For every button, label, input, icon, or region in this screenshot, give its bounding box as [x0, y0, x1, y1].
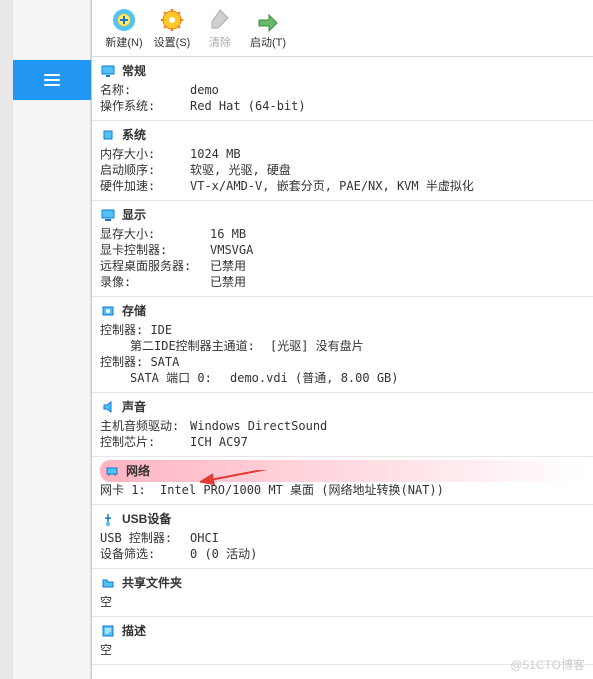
- storage-title: 存储: [122, 302, 146, 319]
- main-panel: 新建(N) 设置(S) 清除 启动(T): [91, 0, 593, 679]
- clear-label: 清除: [209, 34, 231, 50]
- clear-button: 清除: [196, 4, 244, 52]
- settings-label: 设置(S): [154, 34, 191, 50]
- section-display[interactable]: 显示 显存大小:16 MB 显卡控制器:VMSVGA 远程桌面服务器:已禁用 录…: [92, 201, 593, 297]
- sidebar-tab-list[interactable]: [13, 60, 91, 100]
- sidebar: [13, 0, 91, 679]
- audio-title: 声音: [122, 398, 146, 415]
- desc-title: 描述: [122, 622, 146, 639]
- section-storage[interactable]: 存储 控制器: IDE 第二IDE控制器主通道:[光驱] 没有盘片 控制器: S…: [92, 297, 593, 393]
- gear-icon: [158, 6, 186, 34]
- start-button[interactable]: 启动(T): [244, 4, 292, 52]
- section-usb[interactable]: USB设备 USB 控制器:OHCI 设备筛选:0 (0 活动): [92, 505, 593, 569]
- general-title: 常规: [122, 62, 146, 79]
- usb-title: USB设备: [122, 510, 171, 527]
- network-icon: [104, 463, 120, 479]
- section-general[interactable]: 常规 名称:demo 操作系统:Red Hat (64-bit): [92, 57, 593, 121]
- folder-icon: [100, 575, 116, 591]
- desc-icon: [100, 623, 116, 639]
- display-icon: [100, 207, 116, 223]
- section-shared[interactable]: 共享文件夹 空: [92, 569, 593, 617]
- section-audio[interactable]: 声音 主机音频驱动:Windows DirectSound 控制芯片:ICH A…: [92, 393, 593, 457]
- start-icon: [254, 6, 282, 34]
- section-network[interactable]: 网络 网卡 1:Intel PRO/1000 MT 桌面 (网络地址转换(NAT…: [92, 457, 593, 505]
- new-icon: [110, 6, 138, 34]
- settings-button[interactable]: 设置(S): [148, 4, 196, 52]
- list-icon: [44, 74, 60, 86]
- start-label: 启动(T): [250, 34, 286, 50]
- clear-icon: [206, 6, 234, 34]
- usb-icon: [100, 511, 116, 527]
- watermark: @51CTO博客: [510, 656, 585, 673]
- chip-icon: [100, 127, 116, 143]
- system-title: 系统: [122, 126, 146, 143]
- shared-title: 共享文件夹: [122, 574, 182, 591]
- new-button[interactable]: 新建(N): [100, 4, 148, 52]
- section-system[interactable]: 系统 内存大小:1024 MB 启动顺序:软驱, 光驱, 硬盘 硬件加速:VT-…: [92, 121, 593, 201]
- audio-icon: [100, 399, 116, 415]
- toolbar: 新建(N) 设置(S) 清除 启动(T): [92, 0, 593, 57]
- monitor-icon: [100, 63, 116, 79]
- storage-icon: [100, 303, 116, 319]
- network-title: 网络: [126, 462, 150, 479]
- display-title: 显示: [122, 206, 146, 223]
- new-label: 新建(N): [105, 34, 142, 50]
